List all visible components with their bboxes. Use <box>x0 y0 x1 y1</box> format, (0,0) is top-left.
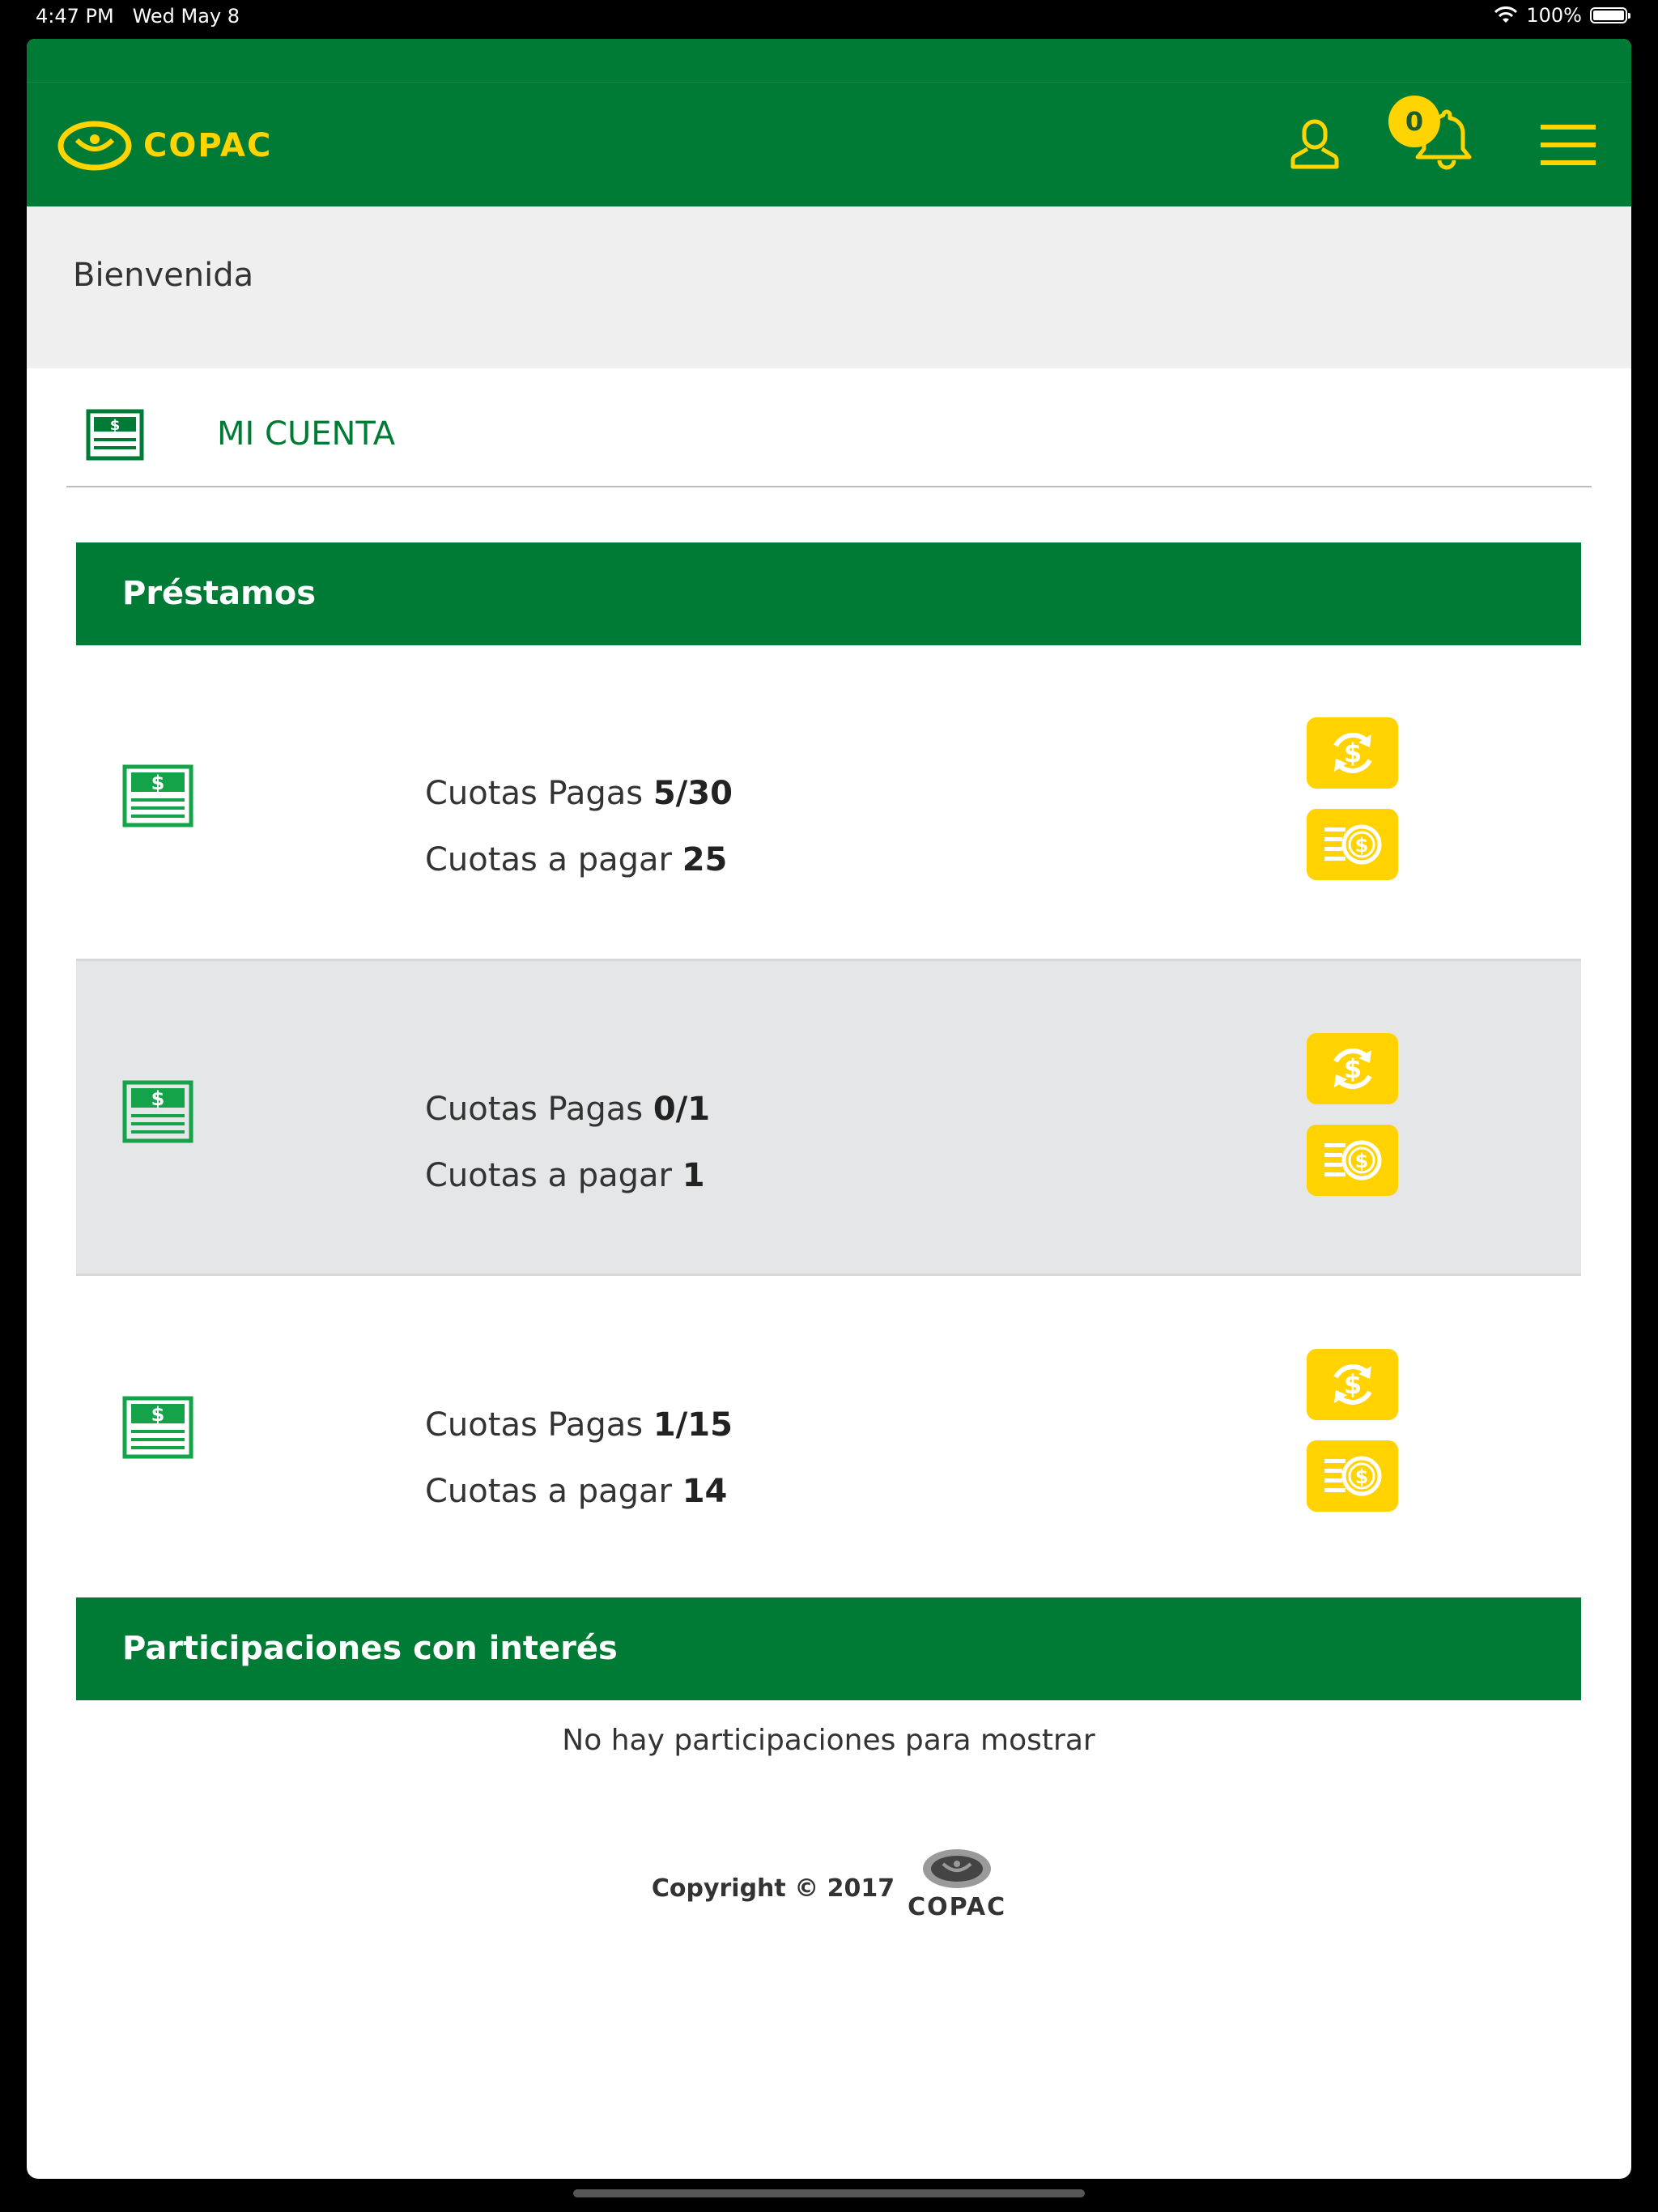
loans-header: Préstamos <box>76 542 1581 645</box>
app-window: COPAC 0 Bienvenida $ MI CUENTA Préstamos… <box>27 39 1631 2179</box>
svg-text:$: $ <box>1354 1465 1368 1488</box>
hamburger-menu-icon[interactable] <box>1541 125 1596 165</box>
status-bar: 4:47 PM Wed May 8 100% <box>0 0 1658 37</box>
battery-percent: 100% <box>1526 4 1582 27</box>
paid-installments: Cuotas Pagas 0/1 <box>425 1091 710 1128</box>
status-date-text: Wed May 8 <box>132 5 240 28</box>
paid-installments: Cuotas Pagas 1/15 <box>425 1406 733 1444</box>
status-right: 100% <box>1494 4 1630 27</box>
refinance-button[interactable]: $ <box>1307 1033 1398 1104</box>
notifications[interactable]: 0 <box>1388 96 1477 177</box>
status-time: 4:47 PM Wed May 8 <box>36 5 240 28</box>
paid-label: Cuotas Pagas <box>425 1406 644 1444</box>
my-account-title: $ MI CUENTA <box>66 368 1592 487</box>
loan-row: $ Cuotas Pagas 0/1 Cuotas a pagar 1 $ $ <box>76 959 1581 1276</box>
loan-row: $ Cuotas Pagas 5/30 Cuotas a pagar 25 $ <box>76 645 1581 963</box>
eye-logo-icon <box>57 121 132 171</box>
wifi-icon <box>1494 6 1518 23</box>
due-value: 1 <box>682 1157 705 1194</box>
svg-text:$: $ <box>110 417 121 434</box>
due-label: Cuotas a pagar <box>425 841 672 878</box>
copyright-text: Copyright © 2017 <box>651 1874 895 1903</box>
pay-button[interactable]: $ <box>1307 1440 1398 1512</box>
money-bill-icon: $ <box>122 1396 193 1459</box>
due-installments: Cuotas a pagar 14 <box>425 1473 727 1510</box>
paid-label: Cuotas Pagas <box>425 775 644 812</box>
due-label: Cuotas a pagar <box>425 1157 672 1194</box>
empty-participations-text: No hay participaciones para mostrar <box>562 1724 1095 1757</box>
copac-logo[interactable]: COPAC <box>57 121 272 171</box>
footer: Copyright © 2017 COPAC <box>27 1846 1631 1921</box>
svg-text:$: $ <box>1354 1150 1368 1172</box>
coin-payment-icon: $ <box>1324 824 1381 865</box>
welcome-text: Bienvenida <box>73 257 254 294</box>
paid-value: 0/1 <box>653 1091 711 1128</box>
refinance-button[interactable]: $ <box>1307 1349 1398 1420</box>
app-header: COPAC 0 <box>27 83 1631 206</box>
refinance-dollar-icon: $ <box>1333 1049 1372 1089</box>
pay-button[interactable]: $ <box>1307 809 1398 880</box>
refinance-dollar-icon: $ <box>1333 733 1372 773</box>
my-account-label: MI CUENTA <box>217 415 396 453</box>
participations-header: Participaciones con interés <box>76 1597 1581 1700</box>
home-indicator[interactable] <box>573 2189 1085 2197</box>
money-bill-icon: $ <box>122 1080 193 1143</box>
due-value: 25 <box>682 841 728 878</box>
svg-text:$: $ <box>151 1087 165 1110</box>
money-bill-icon: $ <box>122 764 193 827</box>
welcome-banner: Bienvenida <box>27 206 1631 368</box>
paid-installments: Cuotas Pagas 5/30 <box>425 775 733 812</box>
svg-text:$: $ <box>151 772 165 794</box>
footer-logo: COPAC <box>908 1846 1006 1921</box>
user-icon[interactable] <box>1290 118 1340 172</box>
due-installments: Cuotas a pagar 25 <box>425 841 727 878</box>
refinance-dollar-icon: $ <box>1333 1364 1372 1405</box>
status-time-text: 4:47 PM <box>36 5 114 28</box>
due-installments: Cuotas a pagar 1 <box>425 1157 705 1194</box>
coin-payment-icon: $ <box>1324 1456 1381 1496</box>
pay-button[interactable]: $ <box>1307 1125 1398 1196</box>
due-label: Cuotas a pagar <box>425 1473 672 1510</box>
svg-text:$: $ <box>1343 1369 1361 1400</box>
refinance-button[interactable]: $ <box>1307 717 1398 789</box>
money-bill-icon: $ <box>86 409 144 461</box>
svg-text:$: $ <box>1343 738 1361 768</box>
eye-logo-icon <box>923 1849 992 1888</box>
top-strip <box>27 39 1631 83</box>
coin-payment-icon: $ <box>1324 1140 1381 1180</box>
svg-text:$: $ <box>151 1403 165 1426</box>
svg-text:$: $ <box>1354 834 1368 857</box>
footer-brand: COPAC <box>908 1893 1007 1921</box>
paid-label: Cuotas Pagas <box>425 1091 644 1128</box>
paid-value: 1/15 <box>653 1406 733 1444</box>
battery-icon <box>1590 7 1630 23</box>
svg-text:$: $ <box>1343 1053 1361 1084</box>
paid-value: 5/30 <box>653 775 733 812</box>
logo-text: COPAC <box>143 127 273 164</box>
loan-row: $ Cuotas Pagas 1/15 Cuotas a pagar 14 $ <box>76 1277 1581 1594</box>
notification-badge: 0 <box>1388 96 1440 147</box>
due-value: 14 <box>682 1473 728 1510</box>
